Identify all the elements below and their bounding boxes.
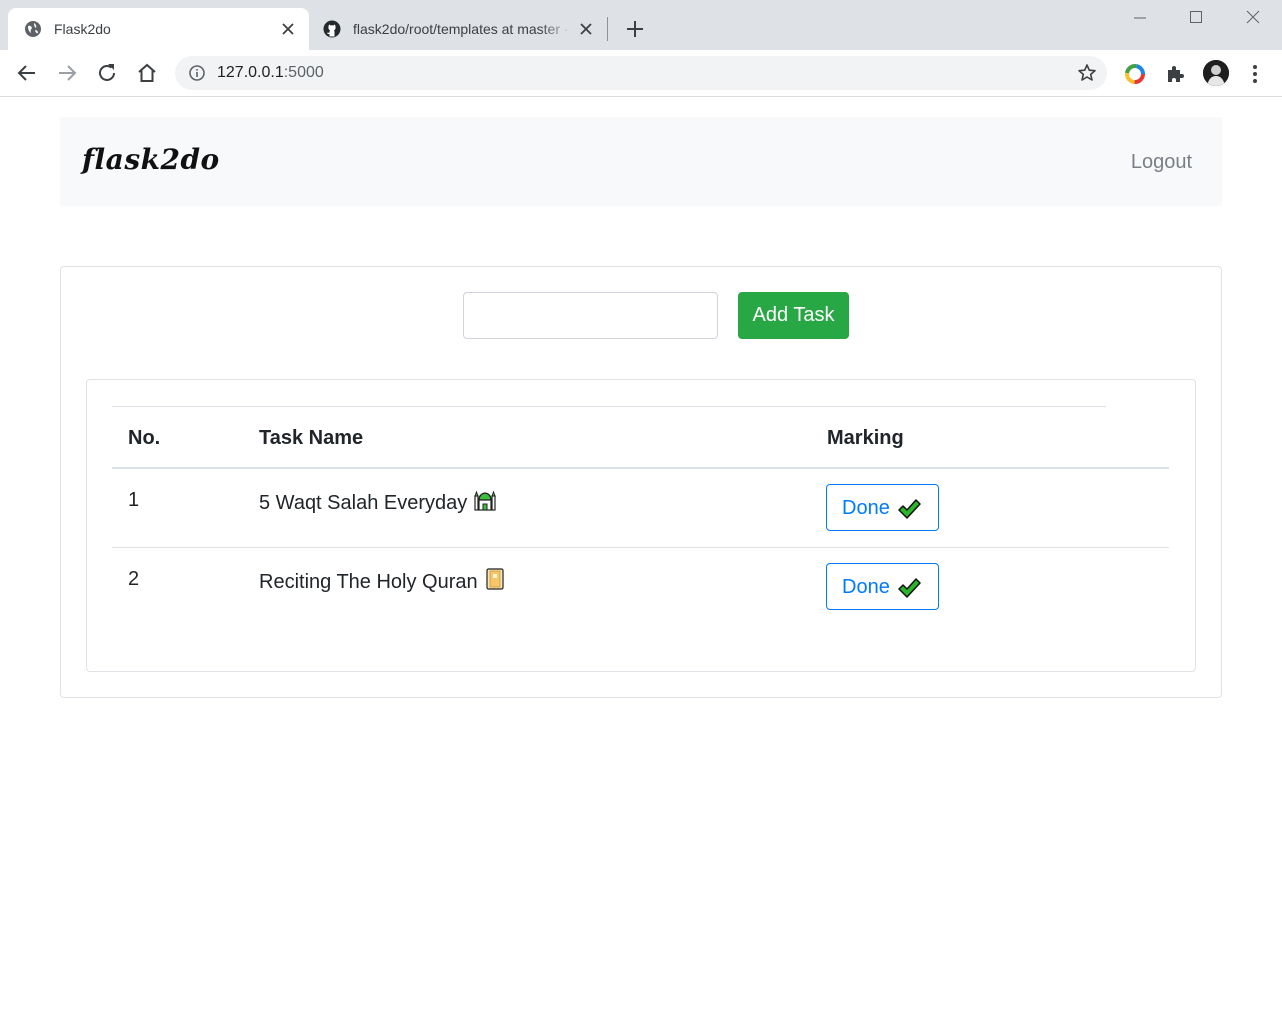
browser-toolbar: 127.0.0.1:5000 xyxy=(0,50,1282,97)
info-icon[interactable] xyxy=(188,64,206,82)
task-name-cell: 5 Waqt Salah Everyday xyxy=(259,488,497,515)
tab-flask2do[interactable]: Flask2do xyxy=(8,8,309,50)
check-icon xyxy=(898,578,921,598)
add-task-button[interactable]: Add Task xyxy=(738,292,849,339)
close-icon[interactable] xyxy=(279,20,297,38)
avatar-image xyxy=(1203,60,1229,86)
check-icon xyxy=(898,499,921,519)
window-close-icon[interactable] xyxy=(1238,4,1268,30)
url-host: 127.0.0.1 xyxy=(217,64,284,81)
task-name-cell: Reciting The Holy Quran xyxy=(259,567,506,594)
url-port: :5000 xyxy=(283,64,324,81)
color-extension-icon[interactable] xyxy=(1123,62,1147,86)
task-table-card: No. Task Name Marking 1 5 Waqt Salah Eve… xyxy=(86,379,1196,672)
github-icon xyxy=(323,20,341,38)
task-name: 5 Waqt Salah Everyday xyxy=(259,492,468,514)
task-input[interactable] xyxy=(463,292,718,339)
globe-icon xyxy=(25,21,41,37)
reload-icon[interactable] xyxy=(95,61,119,85)
table-top-border xyxy=(112,406,1106,407)
mosque-icon xyxy=(474,490,496,511)
header-no: No. xyxy=(128,427,161,449)
header-divider xyxy=(112,467,1169,469)
logout-link[interactable]: Logout xyxy=(1131,150,1192,174)
task-name: Reciting The Holy Quran xyxy=(259,571,478,593)
puzzle-extensions-icon[interactable] xyxy=(1163,62,1187,86)
bookmark-star-icon[interactable] xyxy=(1077,63,1097,83)
browser-tab-bar: Flask2do flask2do/root/templates at mast… xyxy=(0,0,1282,50)
task-card: Add Task No. Task Name Marking 1 5 Waqt … xyxy=(60,266,1222,698)
forward-icon[interactable] xyxy=(55,61,79,85)
close-icon[interactable] xyxy=(577,20,595,38)
new-tab-icon[interactable] xyxy=(624,18,646,40)
row-number: 1 xyxy=(128,489,140,511)
row-divider xyxy=(112,547,1169,548)
address-bar[interactable]: 127.0.0.1:5000 xyxy=(175,56,1107,90)
navbar: flask2do Logout xyxy=(60,117,1222,206)
book-icon xyxy=(486,568,504,590)
tab-title: flask2do/root/templates at master · flas… xyxy=(353,21,573,37)
tab-title: Flask2do xyxy=(54,21,111,37)
brand-logo[interactable]: flask2do xyxy=(82,143,220,177)
header-marking: Marking xyxy=(827,427,904,449)
url-text[interactable]: 127.0.0.1:5000 xyxy=(217,64,324,82)
header-task-name: Task Name xyxy=(259,427,364,449)
maximize-icon[interactable] xyxy=(1181,4,1211,30)
done-button[interactable]: Done xyxy=(826,484,939,531)
done-label: Done xyxy=(842,576,890,598)
done-label: Done xyxy=(842,497,890,519)
back-icon[interactable] xyxy=(15,61,39,85)
tab-github[interactable]: flask2do/root/templates at master · flas… xyxy=(309,8,605,50)
profile-avatar[interactable] xyxy=(1203,60,1229,86)
tab-separator xyxy=(607,17,608,41)
home-icon[interactable] xyxy=(135,61,159,85)
menu-kebab-icon[interactable] xyxy=(1243,62,1267,86)
minimize-icon[interactable] xyxy=(1125,4,1155,30)
done-button[interactable]: Done xyxy=(826,563,939,610)
row-number: 2 xyxy=(128,568,140,590)
